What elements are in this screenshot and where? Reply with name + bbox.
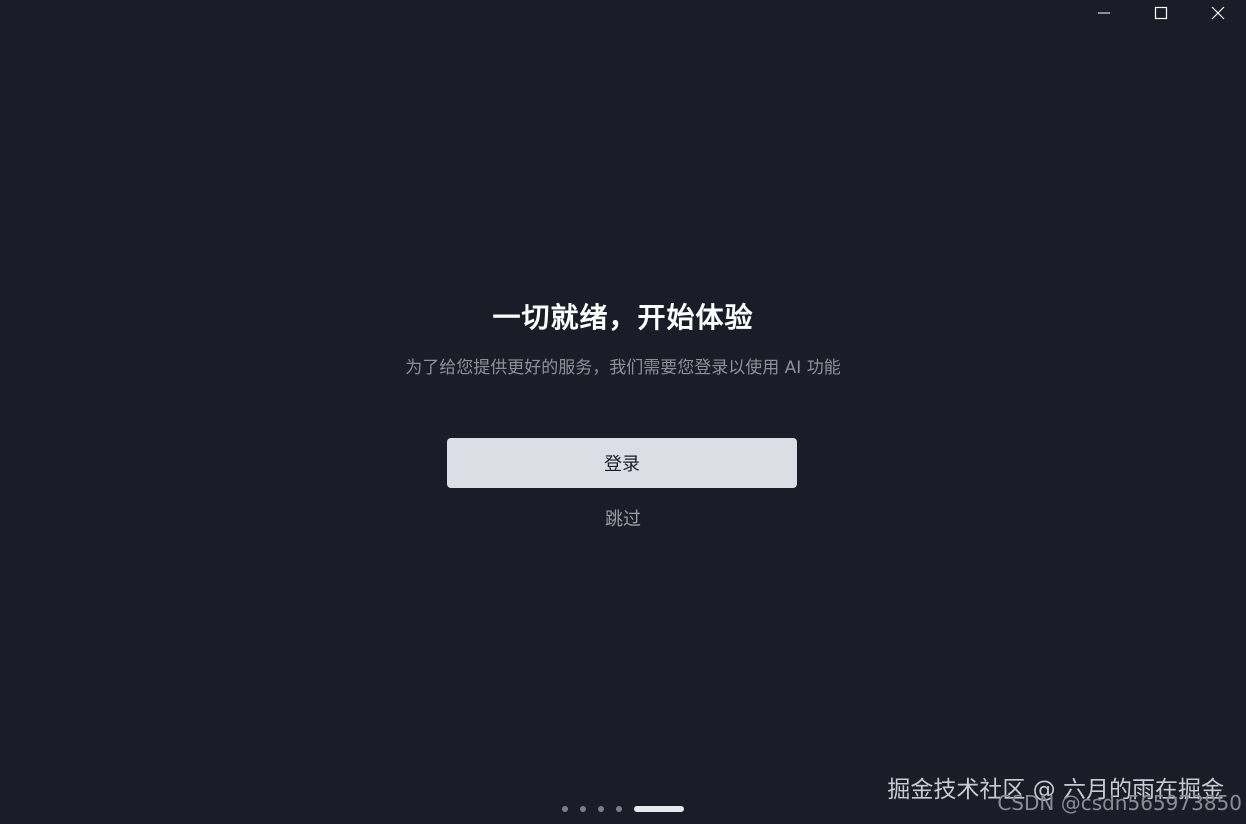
page-dot-active[interactable] bbox=[634, 806, 684, 812]
close-button[interactable] bbox=[1189, 0, 1246, 26]
page-dot[interactable] bbox=[580, 806, 586, 812]
app-window: 一切就绪，开始体验 为了给您提供更好的服务，我们需要您登录以使用 AI 功能 登… bbox=[0, 0, 1246, 824]
minimize-icon bbox=[1097, 6, 1111, 20]
maximize-icon bbox=[1154, 6, 1168, 20]
minimize-button[interactable] bbox=[1075, 0, 1132, 26]
window-controls bbox=[1075, 0, 1246, 26]
page-title: 一切就绪，开始体验 bbox=[492, 301, 754, 334]
page-dot[interactable] bbox=[562, 806, 568, 812]
watermark-csdn: CSDN @csdn565973850 bbox=[997, 791, 1242, 815]
page-subtitle: 为了给您提供更好的服务，我们需要您登录以使用 AI 功能 bbox=[405, 358, 841, 378]
page-dot[interactable] bbox=[616, 806, 622, 812]
login-button[interactable]: 登录 bbox=[447, 438, 797, 488]
skip-link[interactable]: 跳过 bbox=[0, 505, 1246, 531]
close-icon bbox=[1211, 6, 1225, 20]
maximize-button[interactable] bbox=[1132, 0, 1189, 26]
page-dot[interactable] bbox=[598, 806, 604, 812]
